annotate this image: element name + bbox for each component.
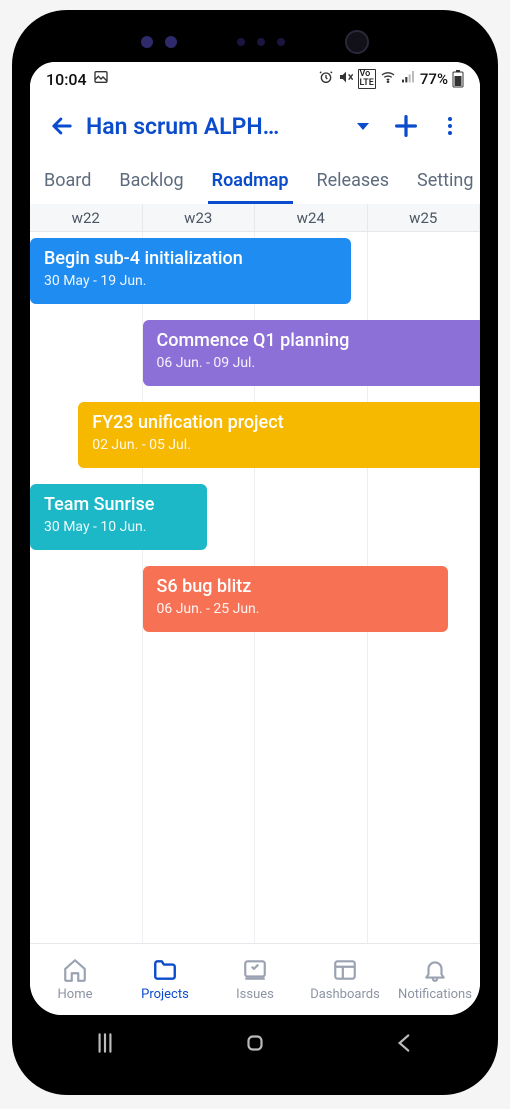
gantt-bar-title: Begin sub-4 initialization (44, 248, 337, 269)
battery-icon (452, 70, 464, 88)
tab-settings[interactable]: Setting (403, 156, 480, 204)
week-label: w23 (143, 204, 256, 231)
recents-key[interactable] (92, 1030, 118, 1060)
app-bar: Han scrum ALPH… (30, 96, 480, 156)
gantt-row: Commence Q1 planning 06 Jun. - 09 Jul. (30, 314, 480, 396)
gantt-bar-dates: 06 Jun. - 09 Jul. (157, 355, 481, 371)
phone-sensor-bar (141, 30, 369, 54)
home-key[interactable] (242, 1030, 268, 1060)
nav-label: Issues (236, 987, 274, 1002)
gantt-row: Begin sub-4 initialization 30 May - 19 Ju… (30, 232, 480, 314)
home-icon (62, 957, 88, 983)
gantt-bar-dates: 06 Jun. - 25 Jun. (157, 601, 434, 617)
back-key[interactable] (392, 1030, 418, 1060)
nav-notifications[interactable]: Notifications (390, 944, 480, 1015)
project-tabs: Board Backlog Roadmap Releases Setting (30, 156, 480, 204)
tab-board[interactable]: Board (30, 156, 105, 204)
status-bar: 10:04 VoLTE (30, 62, 480, 96)
gantt-row: Team Sunrise 30 May - 10 Jun. (30, 478, 480, 560)
nav-dashboards[interactable]: Dashboards (300, 944, 390, 1015)
timeline-week-header: w22 w23 w24 w25 (30, 204, 480, 232)
wifi-icon (380, 69, 396, 89)
week-label: w22 (30, 204, 143, 231)
week-label: w24 (255, 204, 368, 231)
nav-label: Projects (141, 987, 189, 1002)
overflow-menu[interactable] (430, 106, 470, 146)
nav-label: Home (58, 987, 93, 1002)
chevron-down-icon (357, 123, 369, 130)
project-dropdown[interactable] (342, 106, 382, 146)
folder-icon (152, 957, 178, 983)
add-button[interactable] (386, 106, 426, 146)
back-button[interactable] (42, 106, 82, 146)
nav-projects[interactable]: Projects (120, 944, 210, 1015)
alarm-icon (318, 69, 334, 89)
bottom-nav: Home Projects Issues (30, 943, 480, 1015)
dashboard-icon (332, 957, 358, 983)
tab-roadmap[interactable]: Roadmap (198, 156, 303, 204)
gantt-bar-title: Commence Q1 planning (157, 330, 481, 351)
bell-icon (422, 957, 448, 983)
week-label: w25 (368, 204, 481, 231)
gantt-bar-title: FY23 unification project (92, 412, 480, 433)
battery-label: 77% (420, 70, 448, 88)
status-time: 10:04 (46, 70, 87, 89)
nav-label: Dashboards (310, 987, 380, 1002)
tray-icon (242, 957, 268, 983)
picture-icon (93, 69, 109, 89)
gantt-bar[interactable]: Commence Q1 planning 06 Jun. - 09 Jul. (143, 320, 481, 386)
gantt-bar-dates: 30 May - 10 Jun. (44, 519, 193, 535)
gantt-bar[interactable]: Team Sunrise 30 May - 10 Jun. (30, 484, 207, 550)
gantt-bar-dates: 02 Jun. - 05 Jul. (92, 437, 480, 453)
nav-label: Notifications (398, 987, 472, 1002)
gantt-bar-title: S6 bug blitz (157, 576, 434, 597)
tab-releases[interactable]: Releases (303, 156, 403, 204)
gantt-bar[interactable]: Begin sub-4 initialization 30 May - 19 Ju… (30, 238, 351, 304)
gantt-bar-title: Team Sunrise (44, 494, 193, 515)
roadmap-timeline[interactable]: w22 w23 w24 w25 Begin sub-4 initializati… (30, 204, 480, 943)
gantt-bar[interactable]: S6 bug blitz 06 Jun. - 25 Jun. (143, 566, 448, 632)
nav-home[interactable]: Home (30, 944, 120, 1015)
android-soft-keys (30, 1017, 480, 1073)
volte-icon: VoLTE (358, 69, 376, 89)
nav-issues[interactable]: Issues (210, 944, 300, 1015)
gantt-row: FY23 unification project 02 Jun. - 05 Jul… (30, 396, 480, 478)
tab-backlog[interactable]: Backlog (105, 156, 197, 204)
signal-icon (400, 69, 416, 89)
gantt-bar[interactable]: FY23 unification project 02 Jun. - 05 Jul… (78, 402, 480, 468)
project-title[interactable]: Han scrum ALPH… (86, 113, 338, 140)
gantt-row: S6 bug blitz 06 Jun. - 25 Jun. (30, 560, 480, 642)
gantt-bar-dates: 30 May - 19 Jun. (44, 273, 337, 289)
mute-icon (338, 69, 354, 89)
